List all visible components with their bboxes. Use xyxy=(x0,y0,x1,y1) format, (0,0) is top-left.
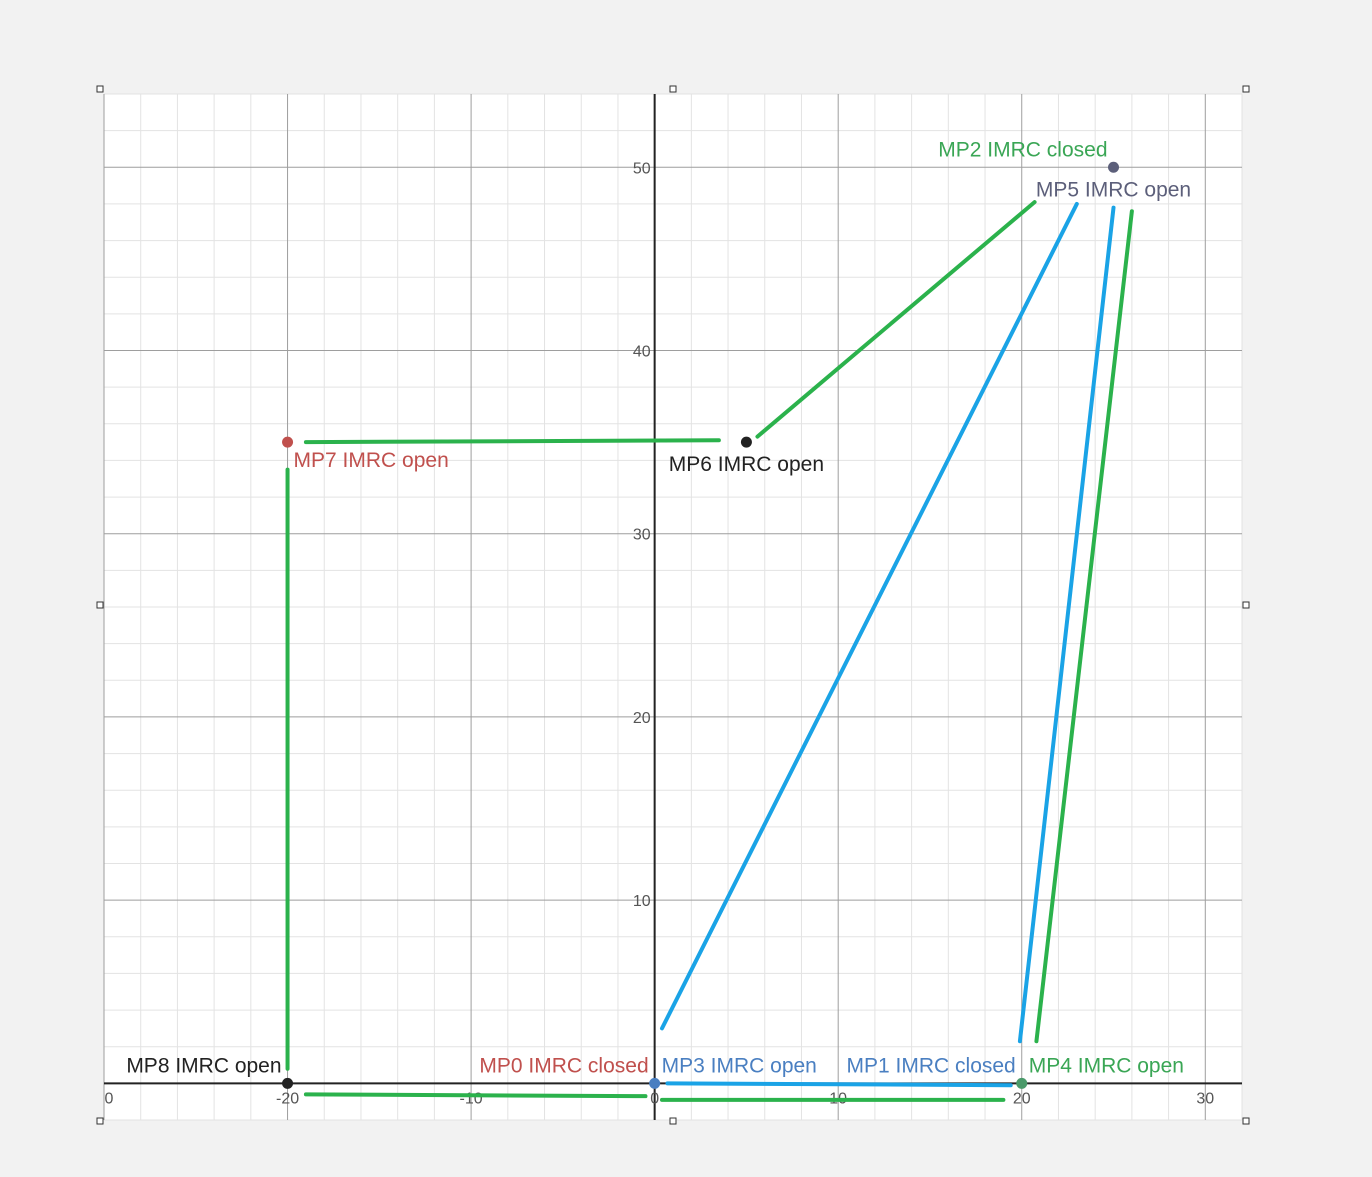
data-point[interactable] xyxy=(1016,1077,1028,1089)
path-line xyxy=(303,438,721,445)
y-tick-label: 30 xyxy=(633,527,651,544)
point-label: MP8 IMRC open xyxy=(126,1054,281,1077)
x-tick-label: -20 xyxy=(276,1090,299,1107)
resize-handle[interactable] xyxy=(96,1117,104,1125)
resize-handle[interactable] xyxy=(669,1117,677,1125)
x-tick-label: -10 xyxy=(460,1090,483,1107)
x-tick-label: 0 xyxy=(105,1090,114,1107)
y-tick-label: 50 xyxy=(633,160,651,177)
point-label: MP2 IMRC closed xyxy=(938,138,1107,161)
point-label: MP0 IMRC closed xyxy=(479,1054,648,1077)
point-label: MP1 IMRC closed xyxy=(847,1054,1016,1077)
resize-handle[interactable] xyxy=(96,601,104,609)
resize-handle[interactable] xyxy=(1242,1117,1250,1125)
data-point[interactable] xyxy=(649,1077,661,1089)
path-line xyxy=(303,1092,648,1099)
path-line xyxy=(665,1081,1013,1088)
point-label: MP6 IMRC open xyxy=(669,453,824,476)
point-label: MP5 IMRC open xyxy=(1036,178,1191,201)
data-point[interactable] xyxy=(282,436,294,448)
data-point[interactable] xyxy=(740,436,752,448)
y-tick-label: 10 xyxy=(633,893,651,910)
x-tick-label: 0 xyxy=(650,1090,659,1107)
resize-handle[interactable] xyxy=(669,85,677,93)
data-point[interactable] xyxy=(282,1077,294,1089)
point-label: MP4 IMRC open xyxy=(1029,1054,1184,1077)
x-tick-label: 20 xyxy=(1013,1090,1031,1107)
chart-canvas: 0-20-1001020301020304050 MP0 IMRC closed… xyxy=(96,85,1250,1125)
resize-handle[interactable] xyxy=(1242,601,1250,609)
point-label: MP3 IMRC open xyxy=(662,1054,817,1077)
y-tick-label: 20 xyxy=(633,710,651,727)
resize-handle[interactable] xyxy=(1242,85,1250,93)
point-label: MP7 IMRC open xyxy=(294,449,449,472)
x-tick-label: 30 xyxy=(1196,1090,1214,1107)
resize-handle[interactable] xyxy=(96,85,104,93)
y-tick-label: 40 xyxy=(633,344,651,361)
data-point[interactable] xyxy=(1108,161,1120,173)
